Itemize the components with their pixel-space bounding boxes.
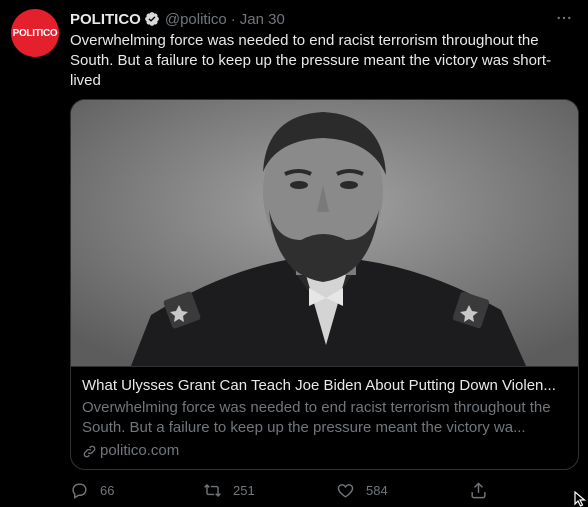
like-icon bbox=[337, 483, 354, 498]
card-title[interactable]: What Ulysses Grant Can Teach Joe Biden A… bbox=[82, 376, 567, 396]
tweet-header: POLITICO @politico · Jan 30 bbox=[70, 9, 285, 29]
cursor-icon bbox=[574, 491, 587, 507]
tweet-date[interactable]: Jan 30 bbox=[240, 11, 285, 28]
verified-icon bbox=[145, 12, 159, 26]
reply-button[interactable]: 66 bbox=[70, 481, 203, 500]
avatar[interactable]: POLITICO bbox=[11, 9, 59, 57]
share-button[interactable] bbox=[469, 481, 509, 500]
reply-count: 66 bbox=[100, 482, 115, 498]
card-description: Overwhelming force was needed to end rac… bbox=[82, 399, 551, 436]
action-bar: 66 251 584 bbox=[70, 479, 540, 501]
avatar-logo-text: POLITICO bbox=[12, 27, 58, 39]
card-body[interactable]: What Ulysses Grant Can Teach Joe Biden A… bbox=[71, 366, 578, 469]
link-icon bbox=[83, 445, 96, 457]
card-image[interactable] bbox=[71, 100, 578, 366]
separator-dot: · bbox=[230, 10, 236, 28]
retweet-count: 251 bbox=[233, 482, 255, 498]
portrait-photo bbox=[71, 100, 578, 366]
card-domain-text: politico.com bbox=[100, 442, 180, 459]
like-button[interactable]: 584 bbox=[336, 481, 469, 500]
tweet[interactable]: POLITICO POLITICO @politico · Jan 30 Ove… bbox=[0, 0, 588, 507]
retweet-icon bbox=[204, 483, 221, 497]
tweet-text: Overwhelming force was needed to end rac… bbox=[70, 32, 552, 89]
link-card[interactable]: What Ulysses Grant Can Teach Joe Biden A… bbox=[70, 99, 579, 470]
share-icon bbox=[471, 481, 486, 498]
more-options-button[interactable] bbox=[552, 8, 576, 28]
card-domain: politico.com bbox=[82, 441, 567, 461]
more-icon bbox=[557, 16, 571, 20]
reply-icon bbox=[72, 482, 87, 499]
account-handle[interactable]: @politico bbox=[165, 11, 227, 28]
retweet-button[interactable]: 251 bbox=[203, 481, 336, 500]
like-count: 584 bbox=[366, 482, 388, 498]
account-name[interactable]: POLITICO bbox=[70, 11, 141, 28]
